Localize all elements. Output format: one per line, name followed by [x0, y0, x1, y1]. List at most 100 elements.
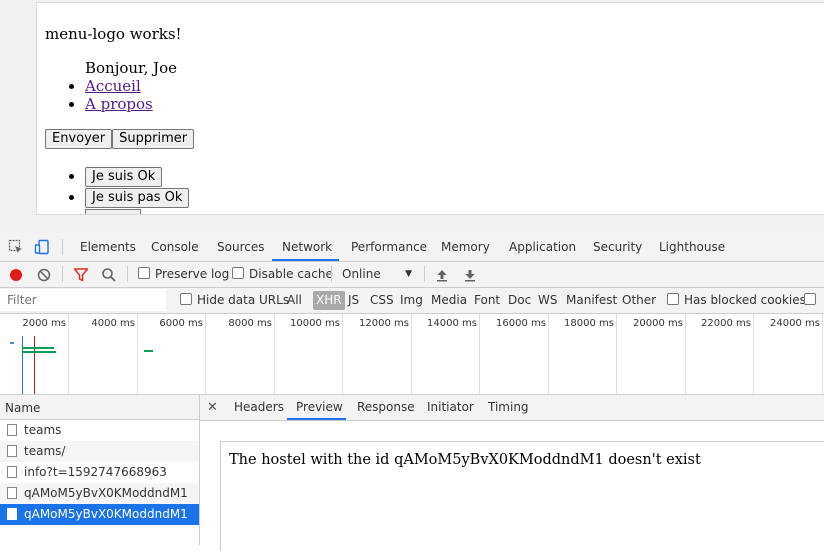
request-bar	[144, 350, 153, 352]
tab-headers[interactable]: Headers	[233, 395, 285, 420]
disable-cache-label: Disable cache	[249, 267, 333, 281]
checkbox-box[interactable]	[180, 293, 192, 305]
device-toolbar-icon[interactable]	[34, 239, 50, 255]
timeline-gridline	[137, 314, 138, 394]
checkbox-box[interactable]	[138, 267, 150, 279]
status-list-item: Je suis pas Ok	[85, 188, 190, 209]
request-row-selected[interactable]: qAMoM5yBvX0KModdndM1	[0, 504, 199, 525]
request-row[interactable]: info?t=1592747668963	[0, 462, 199, 483]
nav-link-a-propos[interactable]: A propos	[85, 95, 153, 113]
timeline-tick-label: 22000 ms	[701, 318, 751, 329]
clipped-button[interactable]	[85, 209, 141, 214]
name-column-header[interactable]: Name	[0, 395, 199, 420]
caret-down-icon: ▼	[405, 269, 412, 279]
document-icon	[7, 424, 17, 436]
tab-response[interactable]: Response	[356, 395, 416, 420]
filter-type-img[interactable]: Img	[397, 291, 426, 310]
document-icon	[7, 445, 17, 457]
tab-memory[interactable]: Memory	[439, 233, 492, 261]
timeline-tick-label: 10000 ms	[290, 318, 340, 329]
detail-tabbar: ✕ Headers Preview Response Initiator Tim…	[200, 395, 824, 421]
timeline-gridline	[822, 314, 823, 394]
nav-list: Accueil A propos	[85, 77, 153, 113]
nav-link-accueil[interactable]: Accueil	[85, 77, 141, 95]
tab-sources[interactable]: Sources	[215, 233, 266, 261]
export-har-icon[interactable]	[462, 267, 478, 283]
timeline-gridline	[342, 314, 343, 394]
timeline-gridline	[411, 314, 412, 394]
hide-data-urls-checkbox[interactable]: Hide data URLs	[180, 288, 289, 313]
tab-lighthouse[interactable]: Lighthouse	[657, 233, 727, 261]
toolbar-divider	[127, 266, 128, 282]
timeline-gridline	[274, 314, 275, 394]
filter-type-js[interactable]: JS	[345, 291, 362, 310]
timeline-gridline	[479, 314, 480, 394]
page-button-group: Envoyer Supprimer	[45, 129, 195, 149]
devtools-panel: Elements Console Sources Network Perform…	[0, 233, 824, 551]
tab-initiator[interactable]: Initiator	[426, 395, 475, 420]
checkbox-box[interactable]	[667, 293, 679, 305]
filter-type-all[interactable]: All	[284, 291, 305, 310]
request-row[interactable]: teams	[0, 420, 199, 441]
inspect-element-icon[interactable]	[8, 239, 24, 255]
disable-cache-checkbox[interactable]: Disable cache	[232, 262, 333, 287]
page-heading-text: menu-logo works!	[45, 25, 182, 43]
status-button-list: Je suis Ok Je suis pas Ok	[85, 167, 190, 209]
filter-type-manifest[interactable]: Manifest	[563, 291, 620, 310]
page-viewport: menu-logo works! Bonjour, Joe Accueil A …	[0, 0, 824, 233]
network-toolbar: Preserve log Disable cache Online ▼	[0, 262, 824, 288]
timeline-gridline	[205, 314, 206, 394]
filter-type-css[interactable]: CSS	[367, 291, 397, 310]
tab-security[interactable]: Security	[591, 233, 644, 261]
tab-console[interactable]: Console	[149, 233, 201, 261]
je-suis-pas-ok-button[interactable]: Je suis pas Ok	[85, 188, 190, 208]
tab-timing[interactable]: Timing	[487, 395, 530, 420]
filter-type-media[interactable]: Media	[428, 291, 470, 310]
timeline-tick-label: 12000 ms	[359, 318, 409, 329]
preserve-log-checkbox[interactable]: Preserve log	[138, 262, 229, 287]
record-icon[interactable]	[8, 267, 24, 283]
nav-list-item: A propos	[85, 95, 153, 113]
network-overview[interactable]: 2000 ms 4000 ms 6000 ms 8000 ms 10000 ms…	[0, 314, 824, 395]
filter-type-xhr[interactable]: XHR	[313, 291, 345, 310]
je-suis-ok-button[interactable]: Je suis Ok	[85, 167, 163, 187]
search-icon[interactable]	[101, 267, 117, 283]
timeline-tick-label: 14000 ms	[427, 318, 477, 329]
filter-type-other[interactable]: Other	[619, 291, 659, 310]
filter-input[interactable]	[0, 289, 166, 311]
tab-preview[interactable]: Preview	[287, 395, 346, 420]
import-har-icon[interactable]	[434, 267, 450, 283]
request-name: qAMoM5yBvX0KModdndM1	[24, 486, 188, 500]
throttling-value: Online	[342, 267, 381, 281]
timeline-tick-label: 4000 ms	[91, 318, 135, 329]
has-blocked-cookies-checkbox[interactable]: Has blocked cookies	[667, 288, 806, 313]
checkbox-box[interactable]	[804, 293, 816, 305]
timeline-tick-label: 2000 ms	[22, 318, 66, 329]
request-list: Name teams teams/ info?t=1592747668963 q…	[0, 395, 200, 545]
request-row[interactable]: qAMoM5yBvX0KModdndM1	[0, 483, 199, 504]
tab-application[interactable]: Application	[507, 233, 578, 261]
envoyer-button[interactable]: Envoyer	[45, 129, 113, 149]
tab-performance[interactable]: Performance	[349, 233, 429, 261]
timeline-tick-label: 18000 ms	[564, 318, 614, 329]
timeline-tick-label: 16000 ms	[496, 318, 546, 329]
supprimer-button[interactable]: Supprimer	[112, 129, 195, 149]
request-bar	[22, 347, 54, 349]
preview-content: The hostel with the id qAMoM5yBvX0KModdn…	[220, 441, 824, 551]
filter-type-ws[interactable]: WS	[535, 291, 560, 310]
preserve-log-label: Preserve log	[155, 267, 230, 281]
hide-data-urls-label: Hide data URLs	[197, 293, 290, 307]
request-name: qAMoM5yBvX0KModdndM1	[24, 507, 188, 521]
checkbox-box[interactable]	[232, 267, 244, 279]
tab-elements[interactable]: Elements	[78, 233, 138, 261]
clear-icon[interactable]	[36, 267, 52, 283]
close-icon[interactable]: ✕	[207, 395, 218, 420]
tab-network[interactable]: Network	[272, 233, 339, 261]
request-row[interactable]: teams/	[0, 441, 199, 462]
overflow-checkbox[interactable]	[804, 288, 821, 313]
devtools-tabbar: Elements Console Sources Network Perform…	[0, 233, 824, 262]
filter-icon[interactable]	[73, 267, 89, 283]
throttling-select[interactable]: Online ▼	[336, 264, 418, 284]
filter-type-doc[interactable]: Doc	[505, 291, 534, 310]
filter-type-font[interactable]: Font	[471, 291, 503, 310]
